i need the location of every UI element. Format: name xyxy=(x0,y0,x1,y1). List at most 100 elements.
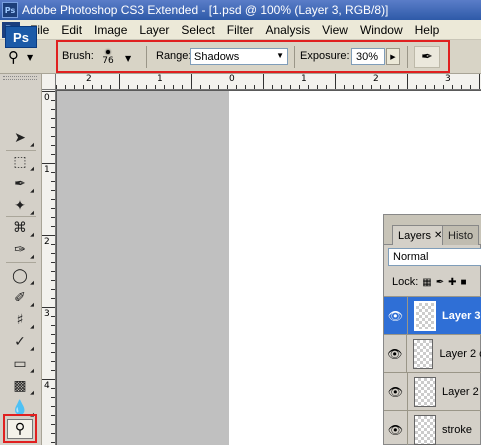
tool-divider xyxy=(6,150,36,151)
blend-mode-select[interactable]: Normal xyxy=(388,248,481,266)
brush-picker[interactable]: 76 xyxy=(98,48,118,72)
ps-logo[interactable]: Ps xyxy=(5,26,37,48)
ruler-tick xyxy=(191,74,192,89)
layer-thumbnail xyxy=(414,376,436,407)
history-brush-icon[interactable]: ✓ ◢ xyxy=(8,332,34,352)
ruler-tick xyxy=(51,289,55,290)
visibility-eye-icon[interactable]: 👁 xyxy=(384,334,407,373)
visibility-eye-icon[interactable]: 👁 xyxy=(384,372,408,411)
lock-all-icon[interactable]: ■ xyxy=(461,277,467,288)
ruler-tick xyxy=(51,253,55,254)
options-bar: ⚲ ▼ Brush: 76 ▼ Range: Shadows ▼ Exposur… xyxy=(0,40,481,74)
ruler-label: 2 xyxy=(86,74,92,84)
lock-position-icon[interactable]: ✚ xyxy=(448,277,456,288)
airbrush-icon: ✒ xyxy=(421,49,433,65)
ruler-tick xyxy=(65,85,66,89)
layer-thumbnail xyxy=(414,300,436,331)
ruler-tick xyxy=(51,109,55,110)
ruler-tick xyxy=(42,235,55,236)
layer-name: stroke xyxy=(442,423,472,436)
ruler-tick xyxy=(407,74,408,89)
ruler-label: 4 xyxy=(44,381,50,391)
brush-dropdown-arrow[interactable]: ▼ xyxy=(125,54,131,63)
ruler-tick xyxy=(227,85,228,89)
visibility-eye-icon[interactable]: 👁 xyxy=(384,410,408,445)
exposure-slider-button[interactable]: ▶ xyxy=(386,48,400,65)
visibility-eye-icon[interactable]: 👁 xyxy=(384,296,408,335)
horizontal-ruler[interactable]: 2 1 0 1 2 3 xyxy=(42,74,481,90)
ruler-tick xyxy=(236,85,237,89)
tool-preset-picker[interactable]: ⚲ ▼ xyxy=(8,48,48,66)
title-bar: Ps Adobe Photoshop CS3 Extended - [1.psd… xyxy=(0,0,481,20)
menu-help[interactable]: Help xyxy=(409,23,446,37)
divider xyxy=(146,46,147,68)
gradient-icon[interactable]: ▩ ◢ xyxy=(8,376,34,396)
ruler-tick xyxy=(317,85,318,89)
tab-history[interactable]: Histo xyxy=(442,225,480,245)
menu-image[interactable]: Image xyxy=(88,23,133,37)
exposure-label: Exposure: xyxy=(300,50,350,62)
menu-edit[interactable]: Edit xyxy=(55,23,88,37)
ruler-tick xyxy=(299,85,300,89)
exposure-input[interactable]: 30% xyxy=(351,48,385,65)
ruler-tick xyxy=(51,145,55,146)
ruler-tick xyxy=(51,406,55,407)
divider xyxy=(407,46,408,68)
menu-select[interactable]: Select xyxy=(175,23,220,37)
chevron-down-icon: ▼ xyxy=(27,52,34,62)
lock-transparency-icon[interactable]: ▦ xyxy=(422,277,431,288)
crop-icon[interactable]: ⌘ ◢ xyxy=(8,218,34,238)
eyedropper-icon[interactable]: ✑ ◢ xyxy=(8,240,34,260)
move-icon[interactable]: ➤ ◢ xyxy=(8,128,34,148)
layers-panel: Layers ✕ Histo Normal Lock: ▦ ✒ ✚ ■ 👁 La… xyxy=(383,214,481,445)
ruler-tick xyxy=(51,244,55,245)
ruler-tick xyxy=(51,298,55,299)
toolbox-grip[interactable] xyxy=(3,76,37,80)
ruler-label: 0 xyxy=(44,93,50,103)
ruler-tick xyxy=(416,85,417,89)
lock-pixels-icon[interactable]: ✒ xyxy=(436,277,444,288)
burn-icon: ⚲ xyxy=(8,48,19,66)
range-select[interactable]: Shadows ▼ xyxy=(190,48,288,65)
ruler-tick xyxy=(218,85,219,89)
ruler-tick xyxy=(155,85,156,89)
lock-label: Lock: xyxy=(392,276,419,288)
burn-tool-button[interactable]: ⚲ xyxy=(7,419,33,439)
layer-row[interactable]: 👁 Layer 2 xyxy=(384,372,481,411)
menu-window[interactable]: Window xyxy=(354,23,409,37)
ruler-label: 2 xyxy=(44,237,50,247)
eraser-icon[interactable]: ▭ ◢ xyxy=(8,354,34,374)
ruler-tick xyxy=(51,100,55,101)
airbrush-toggle[interactable]: ✒ xyxy=(414,46,440,68)
tab-layers[interactable]: Layers ✕ xyxy=(392,225,449,245)
ruler-tick xyxy=(164,85,165,89)
menu-view[interactable]: View xyxy=(316,23,354,37)
ruler-tick xyxy=(479,74,480,89)
clone-stamp-icon[interactable]: ♯ ◢ xyxy=(8,310,34,330)
ruler-label: 0 xyxy=(229,74,235,84)
chevron-down-icon: ▼ xyxy=(276,51,284,60)
layer-row[interactable]: 👁 stroke xyxy=(384,410,481,445)
marquee-icon[interactable]: ⬚ ◢ xyxy=(8,152,34,172)
ruler-tick xyxy=(362,85,363,89)
vertical-ruler[interactable]: 0 1 2 3 4 xyxy=(42,90,56,445)
ruler-tick xyxy=(51,154,55,155)
menu-filter[interactable]: Filter xyxy=(221,23,260,37)
ruler-origin[interactable] xyxy=(42,74,56,90)
ruler-tick xyxy=(51,127,55,128)
canvas-pasteboard[interactable] xyxy=(57,91,229,445)
ruler-tick xyxy=(51,442,55,443)
ruler-tick xyxy=(290,85,291,89)
app-icon: Ps xyxy=(2,2,18,18)
ruler-tick xyxy=(92,85,93,89)
brush-icon[interactable]: ✐ ◢ xyxy=(8,288,34,308)
tool-divider xyxy=(6,216,36,217)
healing-brush-icon[interactable]: ◯ ◢ xyxy=(8,266,34,286)
layer-row[interactable]: 👁 Layer 2 c xyxy=(384,334,481,373)
layer-row[interactable]: 👁 Layer 3 xyxy=(384,296,481,335)
menu-layer[interactable]: Layer xyxy=(133,23,175,37)
lasso-icon[interactable]: ✒ ◢ xyxy=(8,174,34,194)
ruler-tick xyxy=(51,226,55,227)
magic-wand-icon[interactable]: ✦ ◢ xyxy=(8,196,34,216)
menu-analysis[interactable]: Analysis xyxy=(259,23,316,37)
